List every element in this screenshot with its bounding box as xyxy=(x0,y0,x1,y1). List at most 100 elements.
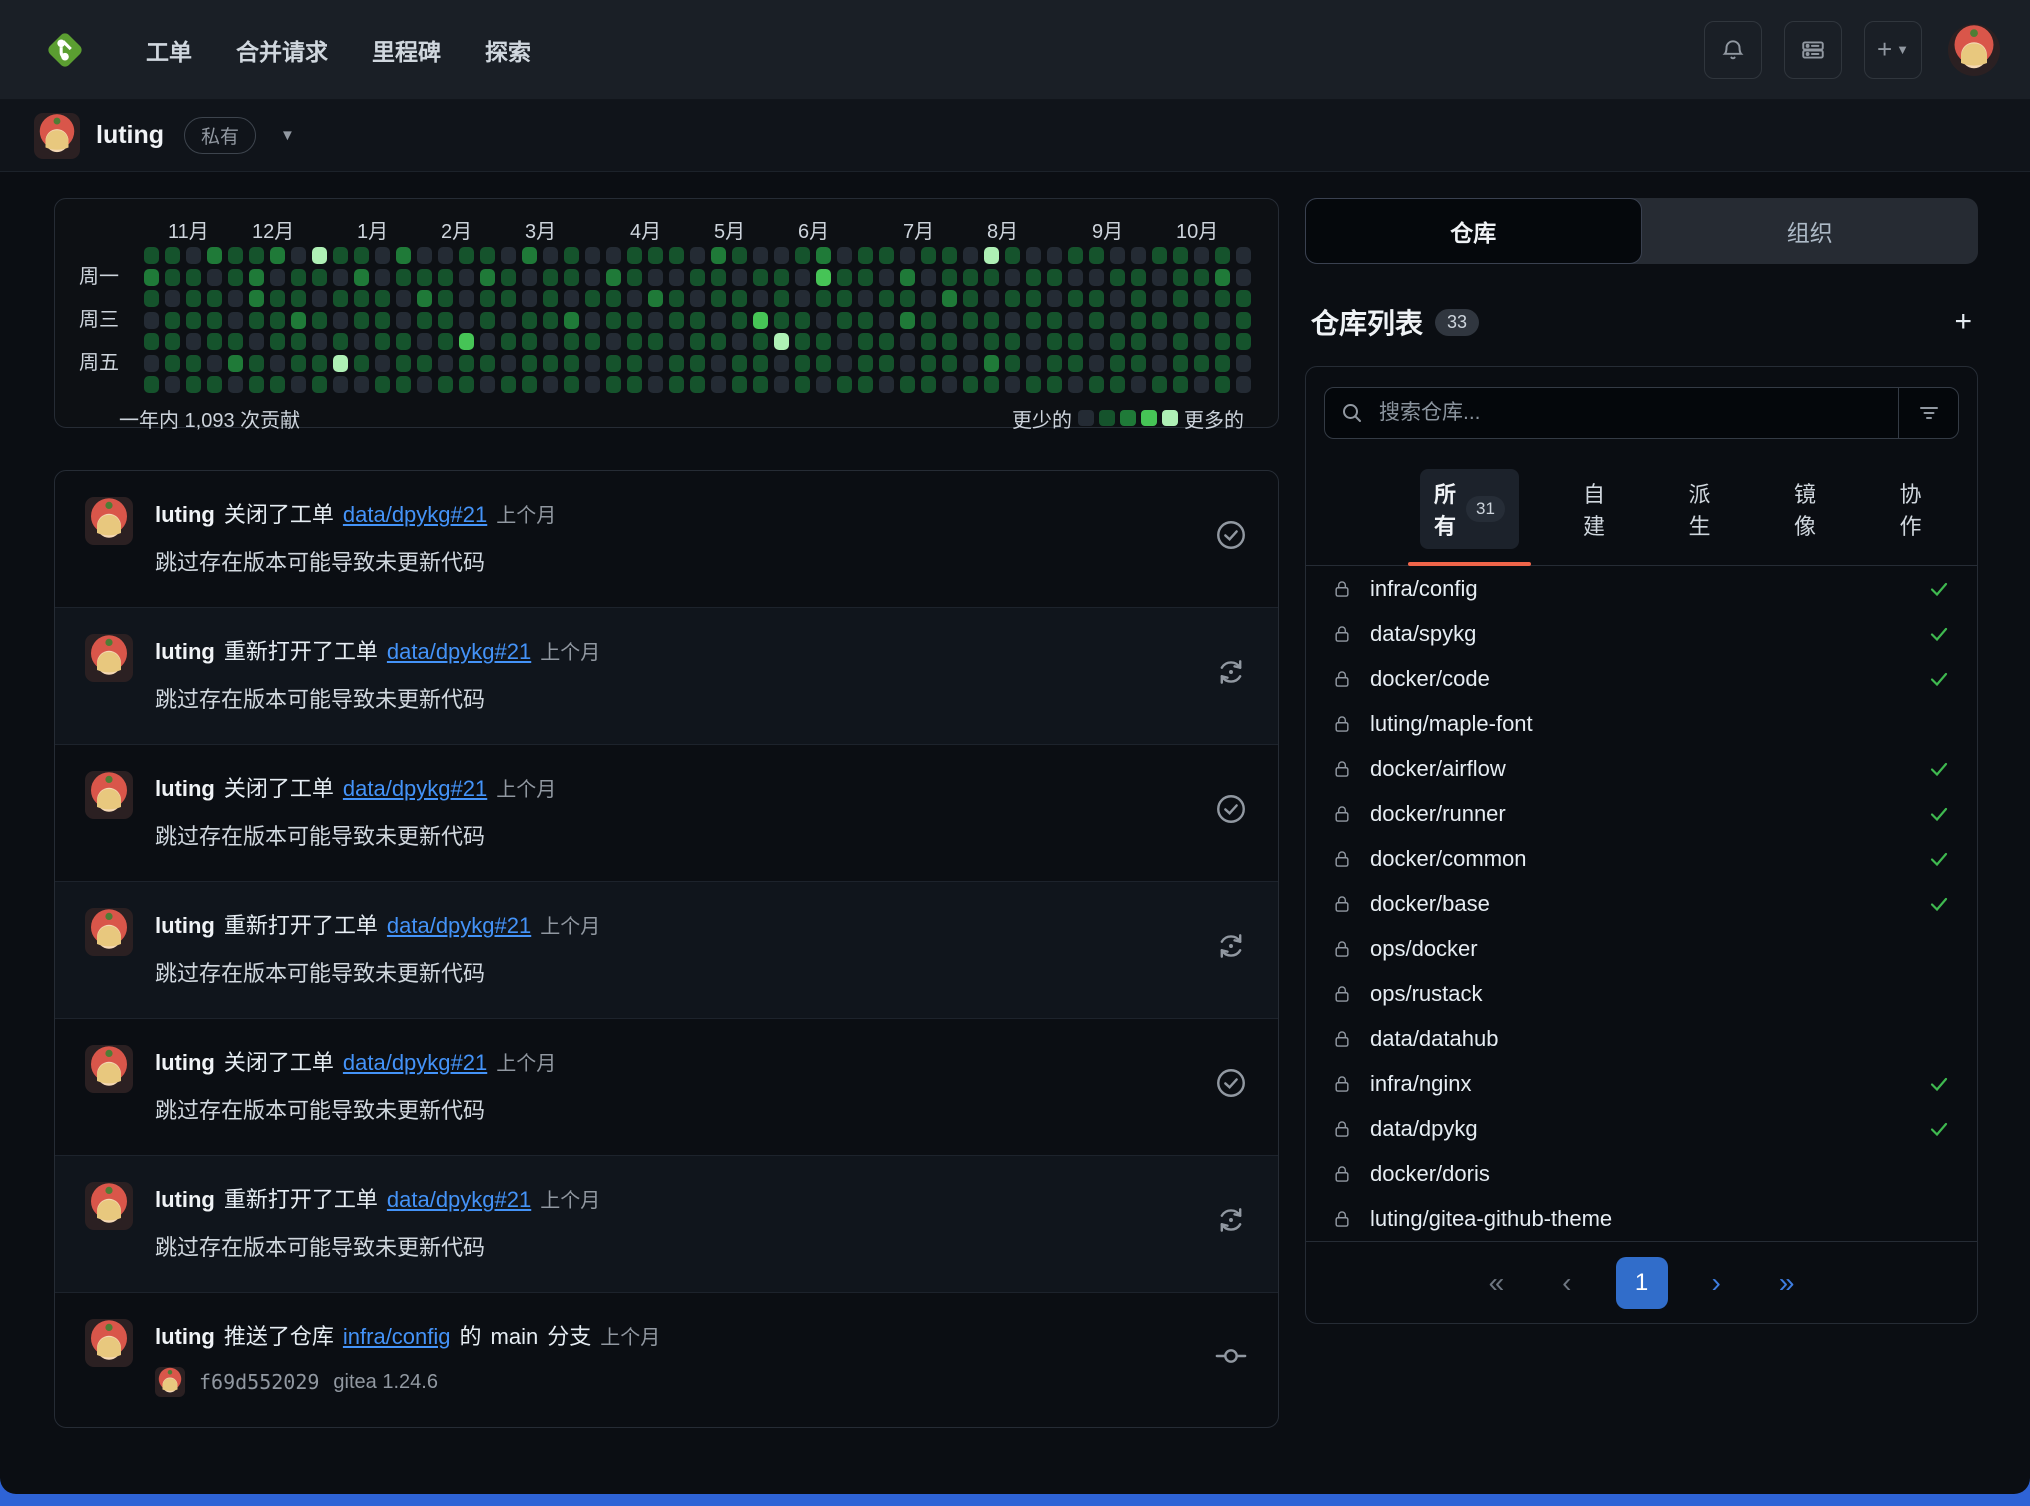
feed-target-link[interactable]: data/dpykg#21 xyxy=(387,639,531,665)
heatmap-cell[interactable] xyxy=(1089,355,1104,372)
heatmap-cell[interactable] xyxy=(1110,247,1125,264)
heatmap-cell[interactable] xyxy=(312,290,327,307)
heatmap-cell[interactable] xyxy=(1047,355,1062,372)
heatmap-cell[interactable] xyxy=(711,312,726,329)
heatmap-cell[interactable] xyxy=(963,333,978,350)
heatmap-cell[interactable] xyxy=(375,247,390,264)
heatmap-cell[interactable] xyxy=(144,269,159,286)
heatmap-cell[interactable] xyxy=(417,247,432,264)
heatmap-cell[interactable] xyxy=(900,247,915,264)
heatmap-cell[interactable] xyxy=(207,333,222,350)
heatmap-cell[interactable] xyxy=(165,269,180,286)
heatmap-cell[interactable] xyxy=(1131,290,1146,307)
heatmap-cell[interactable] xyxy=(375,269,390,286)
heatmap-cell[interactable] xyxy=(1026,376,1041,393)
heatmap-cell[interactable] xyxy=(942,247,957,264)
heatmap-cell[interactable] xyxy=(1110,355,1125,372)
heatmap-cell[interactable] xyxy=(333,247,348,264)
feed-user-link[interactable]: luting xyxy=(155,502,215,528)
heatmap-cell[interactable] xyxy=(333,376,348,393)
heatmap-cell[interactable] xyxy=(963,376,978,393)
heatmap-cell[interactable] xyxy=(480,269,495,286)
heatmap-cell[interactable] xyxy=(1194,247,1209,264)
heatmap-cell[interactable] xyxy=(984,312,999,329)
heatmap-cell[interactable] xyxy=(522,355,537,372)
heatmap-cell[interactable] xyxy=(1110,376,1125,393)
heatmap-cell[interactable] xyxy=(438,290,453,307)
repo-row[interactable]: data/spykg xyxy=(1306,611,1977,656)
heatmap-cell[interactable] xyxy=(1215,247,1230,264)
heatmap-cell[interactable] xyxy=(312,269,327,286)
feed-user-link[interactable]: luting xyxy=(155,776,215,802)
heatmap-cell[interactable] xyxy=(375,376,390,393)
feed-target-link[interactable]: data/dpykg#21 xyxy=(387,1187,531,1213)
heatmap-cell[interactable] xyxy=(732,312,747,329)
heatmap-cell[interactable] xyxy=(711,333,726,350)
heatmap-cell[interactable] xyxy=(396,312,411,329)
heatmap-cell[interactable] xyxy=(396,376,411,393)
heatmap-cell[interactable] xyxy=(1152,290,1167,307)
heatmap-cell[interactable] xyxy=(900,376,915,393)
heatmap-cell[interactable] xyxy=(1068,269,1083,286)
heatmap-cell[interactable] xyxy=(333,355,348,372)
heatmap-cell[interactable] xyxy=(249,355,264,372)
heatmap-cell[interactable] xyxy=(585,355,600,372)
heatmap-cell[interactable] xyxy=(669,290,684,307)
pagination-prev-button[interactable]: ‹ xyxy=(1548,1261,1585,1305)
heatmap-cell[interactable] xyxy=(333,312,348,329)
heatmap-cell[interactable] xyxy=(207,290,222,307)
heatmap-cell[interactable] xyxy=(522,247,537,264)
feed-user-link[interactable]: luting xyxy=(155,913,215,939)
heatmap-cell[interactable] xyxy=(1236,247,1251,264)
heatmap-cell[interactable] xyxy=(1236,333,1251,350)
heatmap-cell[interactable] xyxy=(879,333,894,350)
heatmap-cell[interactable] xyxy=(963,247,978,264)
heatmap-cell[interactable] xyxy=(648,355,663,372)
heatmap-cell[interactable] xyxy=(207,312,222,329)
heatmap-cell[interactable] xyxy=(459,269,474,286)
heatmap-cell[interactable] xyxy=(1089,312,1104,329)
heatmap-cell[interactable] xyxy=(858,247,873,264)
heatmap-cell[interactable] xyxy=(774,247,789,264)
heatmap-cell[interactable] xyxy=(564,333,579,350)
repo-row[interactable]: docker/doris xyxy=(1306,1151,1977,1196)
heatmap-cell[interactable] xyxy=(144,290,159,307)
heatmap-cell[interactable] xyxy=(1026,269,1041,286)
repo-row[interactable]: docker/code xyxy=(1306,656,1977,701)
heatmap-cell[interactable] xyxy=(312,247,327,264)
heatmap-cell[interactable] xyxy=(942,376,957,393)
heatmap-cell[interactable] xyxy=(459,333,474,350)
heatmap-cell[interactable] xyxy=(312,333,327,350)
heatmap-cell[interactable] xyxy=(396,355,411,372)
heatmap-cell[interactable] xyxy=(774,269,789,286)
heatmap-cell[interactable] xyxy=(291,269,306,286)
username[interactable]: luting xyxy=(96,121,164,150)
heatmap-cell[interactable] xyxy=(753,269,768,286)
heatmap-cell[interactable] xyxy=(921,355,936,372)
heatmap-cell[interactable] xyxy=(837,269,852,286)
heatmap-cell[interactable] xyxy=(564,290,579,307)
heatmap-cell[interactable] xyxy=(417,312,432,329)
heatmap-cell[interactable] xyxy=(690,355,705,372)
heatmap-cell[interactable] xyxy=(963,312,978,329)
heatmap-cell[interactable] xyxy=(774,376,789,393)
heatmap-cell[interactable] xyxy=(312,355,327,372)
repo-search-input[interactable] xyxy=(1379,388,1898,438)
heatmap-cell[interactable] xyxy=(1152,376,1167,393)
heatmap-cell[interactable] xyxy=(879,247,894,264)
repo-filter-所有[interactable]: 所有31 xyxy=(1402,459,1537,565)
heatmap-cell[interactable] xyxy=(564,269,579,286)
heatmap-cell[interactable] xyxy=(585,312,600,329)
heatmap-cell[interactable] xyxy=(1047,333,1062,350)
heatmap-cell[interactable] xyxy=(417,269,432,286)
notifications-button[interactable] xyxy=(1704,21,1762,79)
heatmap-cell[interactable] xyxy=(858,355,873,372)
repo-name[interactable]: docker/airflow xyxy=(1370,756,1506,782)
heatmap-cell[interactable] xyxy=(1068,333,1083,350)
heatmap-cell[interactable] xyxy=(648,312,663,329)
heatmap-cell[interactable] xyxy=(1131,376,1146,393)
heatmap-cell[interactable] xyxy=(732,376,747,393)
heatmap-cell[interactable] xyxy=(816,376,831,393)
heatmap-cell[interactable] xyxy=(249,312,264,329)
heatmap-cell[interactable] xyxy=(795,247,810,264)
